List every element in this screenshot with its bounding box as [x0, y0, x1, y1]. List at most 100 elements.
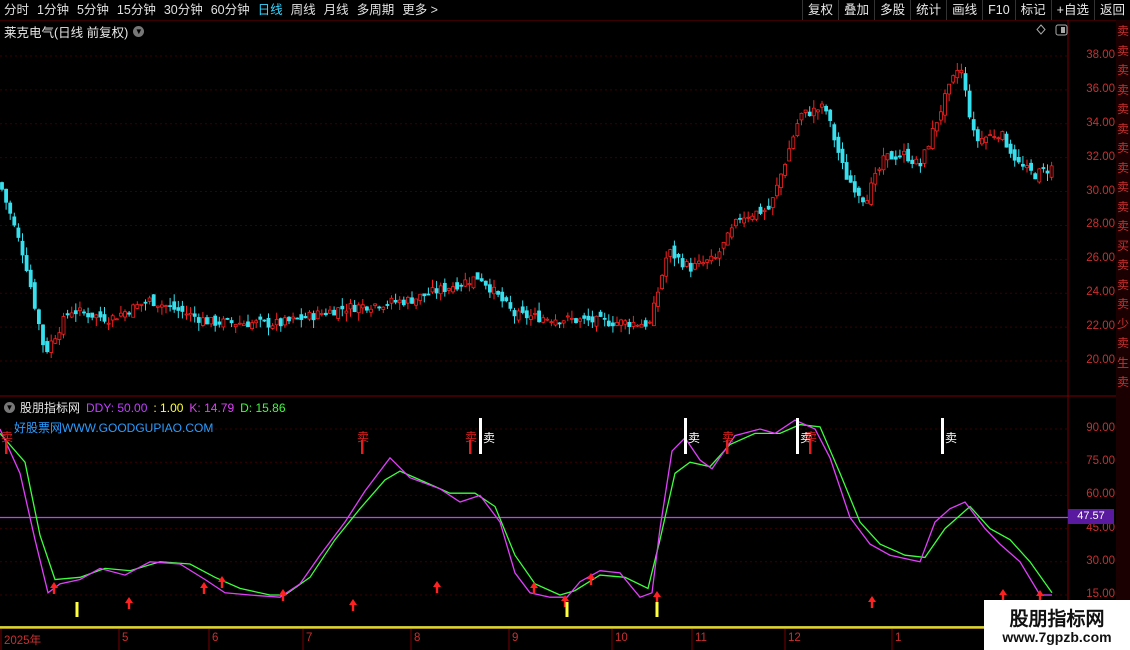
sell-signal-label: 卖	[945, 431, 957, 445]
period-tab-9[interactable]: 多周期	[357, 0, 395, 20]
candle-body	[541, 317, 546, 323]
candle-body	[594, 315, 599, 327]
candle-body	[885, 153, 890, 161]
candle-body	[1025, 165, 1029, 169]
candle-body	[631, 321, 636, 327]
stock-title[interactable]: 莱克电气(日线 前复权) ▼	[4, 22, 145, 41]
indicator-menu-icon[interactable]: ▼	[4, 402, 15, 413]
period-tab-3[interactable]: 15分钟	[117, 0, 156, 20]
period-tab-8[interactable]: 月线	[324, 0, 349, 20]
candle-body	[492, 286, 496, 295]
diamond-icon[interactable]	[1036, 24, 1046, 35]
candle-body	[270, 325, 275, 329]
toolbar-button-8[interactable]: 返回	[1093, 0, 1130, 20]
toolbar-button-0[interactable]: 复权	[802, 0, 838, 20]
candle-body	[688, 262, 693, 272]
buy-arrow-icon	[50, 582, 58, 594]
toolbar-button-4[interactable]: 画线	[946, 0, 982, 20]
candle-body	[418, 293, 423, 301]
candle-body	[828, 109, 833, 121]
candle-body	[401, 299, 406, 306]
candle-body	[57, 332, 62, 340]
candle-body	[246, 321, 250, 328]
candle-body	[49, 340, 54, 353]
candle-body	[487, 284, 492, 293]
period-tab-7[interactable]: 周线	[291, 0, 316, 20]
candle-body	[639, 323, 644, 328]
candle-body	[241, 323, 246, 326]
candle-body	[266, 317, 271, 328]
candle-body	[943, 93, 947, 116]
period-tab-5[interactable]: 60分钟	[211, 0, 250, 20]
indicator-name[interactable]: 股朋指标网	[20, 399, 80, 416]
sell-signal-bar	[941, 418, 944, 454]
side-signal-char: 卖	[1117, 121, 1130, 136]
period-tab-4[interactable]: 30分钟	[164, 0, 203, 20]
period-tab-2[interactable]: 5分钟	[77, 0, 109, 20]
candle-body	[229, 320, 234, 324]
toolbar-button-7[interactable]: +自选	[1050, 0, 1094, 20]
candle-body	[779, 173, 783, 188]
candle-body	[918, 162, 923, 167]
candle-body	[857, 187, 861, 196]
toolbar-button-5[interactable]: F10	[982, 0, 1015, 20]
candle-body	[53, 338, 58, 344]
candle-body	[352, 304, 357, 312]
candle-body	[787, 148, 792, 162]
period-tab-6[interactable]: 日线	[258, 0, 283, 20]
candle-body	[159, 304, 164, 308]
candle-body	[980, 137, 984, 145]
candle-body	[455, 282, 460, 290]
candle-body	[635, 324, 640, 327]
candle-body	[865, 200, 869, 204]
toolbar-button-1[interactable]: 叠加	[838, 0, 874, 20]
candle-body	[176, 307, 181, 311]
candle-body	[471, 276, 476, 289]
candle-body	[225, 318, 230, 320]
sell-signal-label: 卖	[1, 430, 13, 444]
candle-body	[69, 312, 74, 318]
toolbar-button-6[interactable]: 标记	[1014, 0, 1051, 20]
d-line	[0, 423, 1053, 596]
candle-body	[65, 313, 70, 316]
candle-body	[315, 310, 320, 320]
buy-arrow-icon	[279, 589, 287, 601]
date-axis-label: 6	[212, 632, 219, 644]
side-signal-char: 卖	[1117, 141, 1130, 155]
date-axis-label: 11	[695, 632, 707, 644]
side-signal-char: 卖	[1117, 63, 1130, 77]
candle-body	[811, 107, 816, 117]
price-axis-label: 26.00	[1086, 252, 1115, 265]
candle-body	[463, 279, 468, 287]
candle-body	[852, 181, 857, 193]
candle-body	[61, 316, 66, 335]
dropdown-chevron-icon[interactable]: ▼	[133, 26, 145, 37]
candle-body	[258, 316, 263, 320]
sell-signal-label: 卖	[357, 430, 369, 444]
toolbar-buttons: 复权 叠加 多股 统计 画线 F10 标记 +自选 返回	[802, 0, 1130, 20]
toolbar-button-2[interactable]: 多股	[874, 0, 910, 20]
period-tab-10[interactable]: 更多 >	[402, 0, 438, 20]
candle-body	[947, 83, 951, 95]
candle-body	[615, 322, 619, 326]
candle-body	[364, 306, 369, 311]
candle-body	[180, 305, 185, 312]
side-signal-char: 生	[1117, 355, 1130, 370]
period-tab-0[interactable]: 分时	[4, 0, 29, 20]
price-axis-label: 28.00	[1086, 218, 1115, 231]
period-tab-1[interactable]: 1分钟	[37, 0, 69, 20]
candle-body	[94, 314, 99, 319]
signal-yellow-bar	[565, 602, 569, 617]
candle-body	[516, 310, 521, 321]
signal-yellow-bar	[75, 602, 79, 617]
candle-body	[820, 103, 824, 108]
side-signal-char: 卖	[1117, 82, 1130, 97]
candle-body	[902, 150, 906, 156]
chart-canvas[interactable]: 卖卖卖卖卖卖卖卖卖	[0, 0, 1130, 650]
toolbar-button-3[interactable]: 统计	[910, 0, 946, 20]
candle-body	[299, 314, 304, 320]
ddy-value-tag: 47.57	[1068, 509, 1114, 524]
candle-body	[295, 317, 300, 320]
candle-body	[381, 306, 386, 310]
candle-body	[922, 149, 927, 164]
